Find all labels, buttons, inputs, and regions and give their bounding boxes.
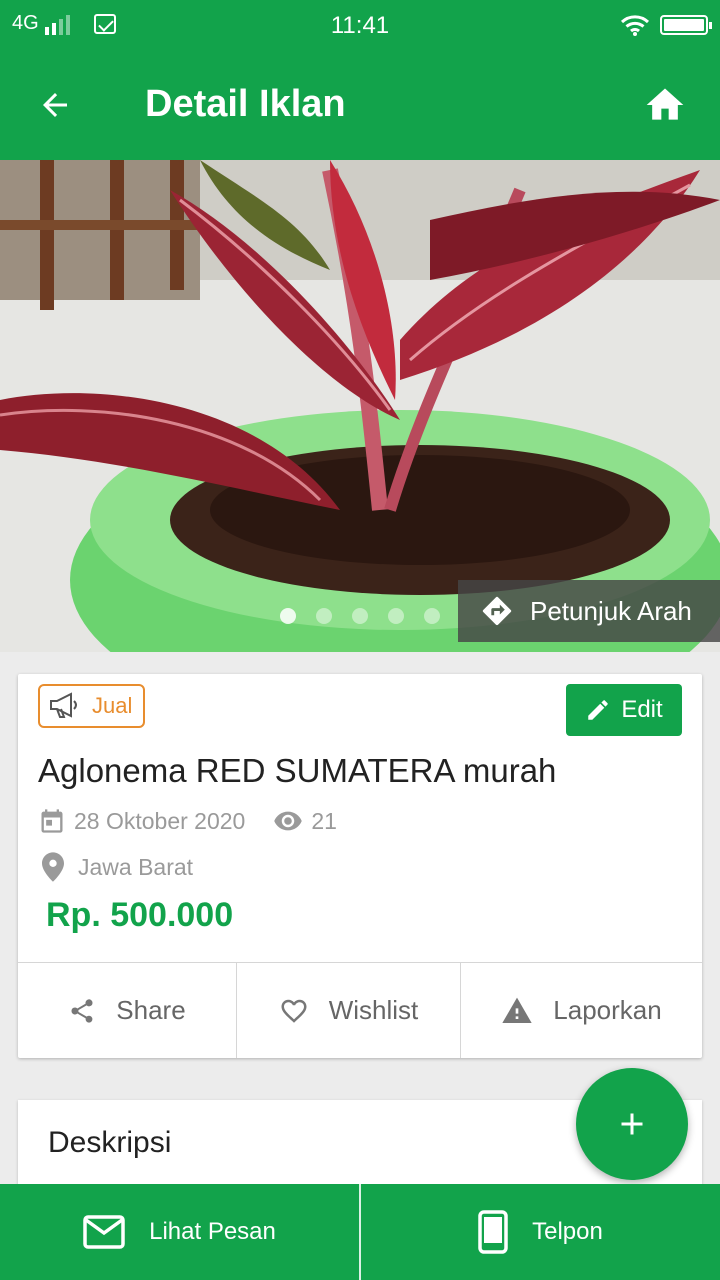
carousel-dot[interactable]: [316, 608, 332, 624]
heart-outline-icon: [281, 999, 307, 1023]
badge-label: Jual: [92, 693, 133, 718]
plant-photo: [0, 160, 720, 652]
bottom-action-bar: Lihat Pesan Telpon: [0, 1184, 720, 1280]
report-button[interactable]: Laporkan: [460, 963, 702, 1058]
carousel-dot[interactable]: [280, 608, 296, 624]
listing-title: Aglonema RED SUMATERA murah: [38, 752, 557, 789]
share-label: Share: [116, 995, 186, 1025]
carousel-dot[interactable]: [352, 608, 368, 624]
status-right: [620, 14, 712, 36]
view-messages-button[interactable]: Lihat Pesan: [0, 1184, 359, 1280]
back-button[interactable]: [30, 80, 80, 130]
wishlist-button[interactable]: Wishlist: [236, 963, 460, 1058]
megaphone-icon: [50, 692, 77, 718]
battery-icon: [660, 15, 712, 35]
wifi-icon: [620, 15, 650, 36]
page-title: Detail Iklan: [145, 83, 346, 125]
home-button[interactable]: [640, 80, 690, 130]
directions-button[interactable]: Petunjuk Arah: [458, 580, 720, 642]
phone-icon: [478, 1210, 508, 1254]
plus-icon: [621, 1113, 643, 1135]
carousel-dot[interactable]: [424, 608, 440, 624]
calendar-icon: [38, 807, 66, 835]
pencil-icon: [588, 700, 609, 720]
listing-date: 28 Oktober 2020: [74, 807, 246, 834]
home-icon: [646, 88, 684, 120]
edit-label: Edit: [621, 696, 663, 723]
listing-price: Rp. 500.000: [46, 896, 234, 934]
add-listing-button[interactable]: [576, 1068, 688, 1180]
listing-actions: Share Wishlist Laporkan: [18, 962, 702, 1058]
share-icon: [71, 998, 93, 1023]
clock: 11:41: [330, 12, 390, 39]
wishlist-label: Wishlist: [328, 995, 419, 1025]
app-bar: Detail Iklan: [0, 50, 720, 160]
directions-label: Petunjuk Arah: [530, 595, 692, 626]
share-button[interactable]: Share: [18, 963, 236, 1058]
view-count-value: 21: [311, 807, 337, 834]
carousel-indicator: [280, 608, 440, 624]
status-bar: 4G 11:41: [0, 0, 720, 50]
call-button[interactable]: Telpon: [359, 1184, 720, 1280]
view-count: 21: [273, 806, 337, 836]
location-pin-icon: [42, 852, 64, 882]
listing-location: Jawa Barat: [42, 852, 193, 882]
description-heading: Deskripsi: [48, 1126, 172, 1159]
arrow-left-icon: [43, 93, 67, 117]
listing-meta: 28 Oktober 2020 21: [38, 806, 337, 836]
mail-icon: [83, 1215, 125, 1249]
report-label: Laporkan: [553, 995, 662, 1025]
edit-button[interactable]: Edit: [566, 684, 682, 736]
view-messages-label: Lihat Pesan: [149, 1218, 276, 1245]
listing-type-badge: Jual: [38, 684, 145, 728]
listing-card: Jual Edit Aglonema RED SUMATERA murah 28…: [18, 674, 702, 1058]
warning-icon: [502, 997, 532, 1023]
location-label: Jawa Barat: [78, 853, 194, 880]
eye-icon: [273, 806, 303, 836]
carousel-dot[interactable]: [388, 608, 404, 624]
listing-photo[interactable]: Petunjuk Arah: [0, 160, 720, 652]
directions-icon: [482, 596, 512, 626]
call-label: Telpon: [532, 1218, 603, 1245]
